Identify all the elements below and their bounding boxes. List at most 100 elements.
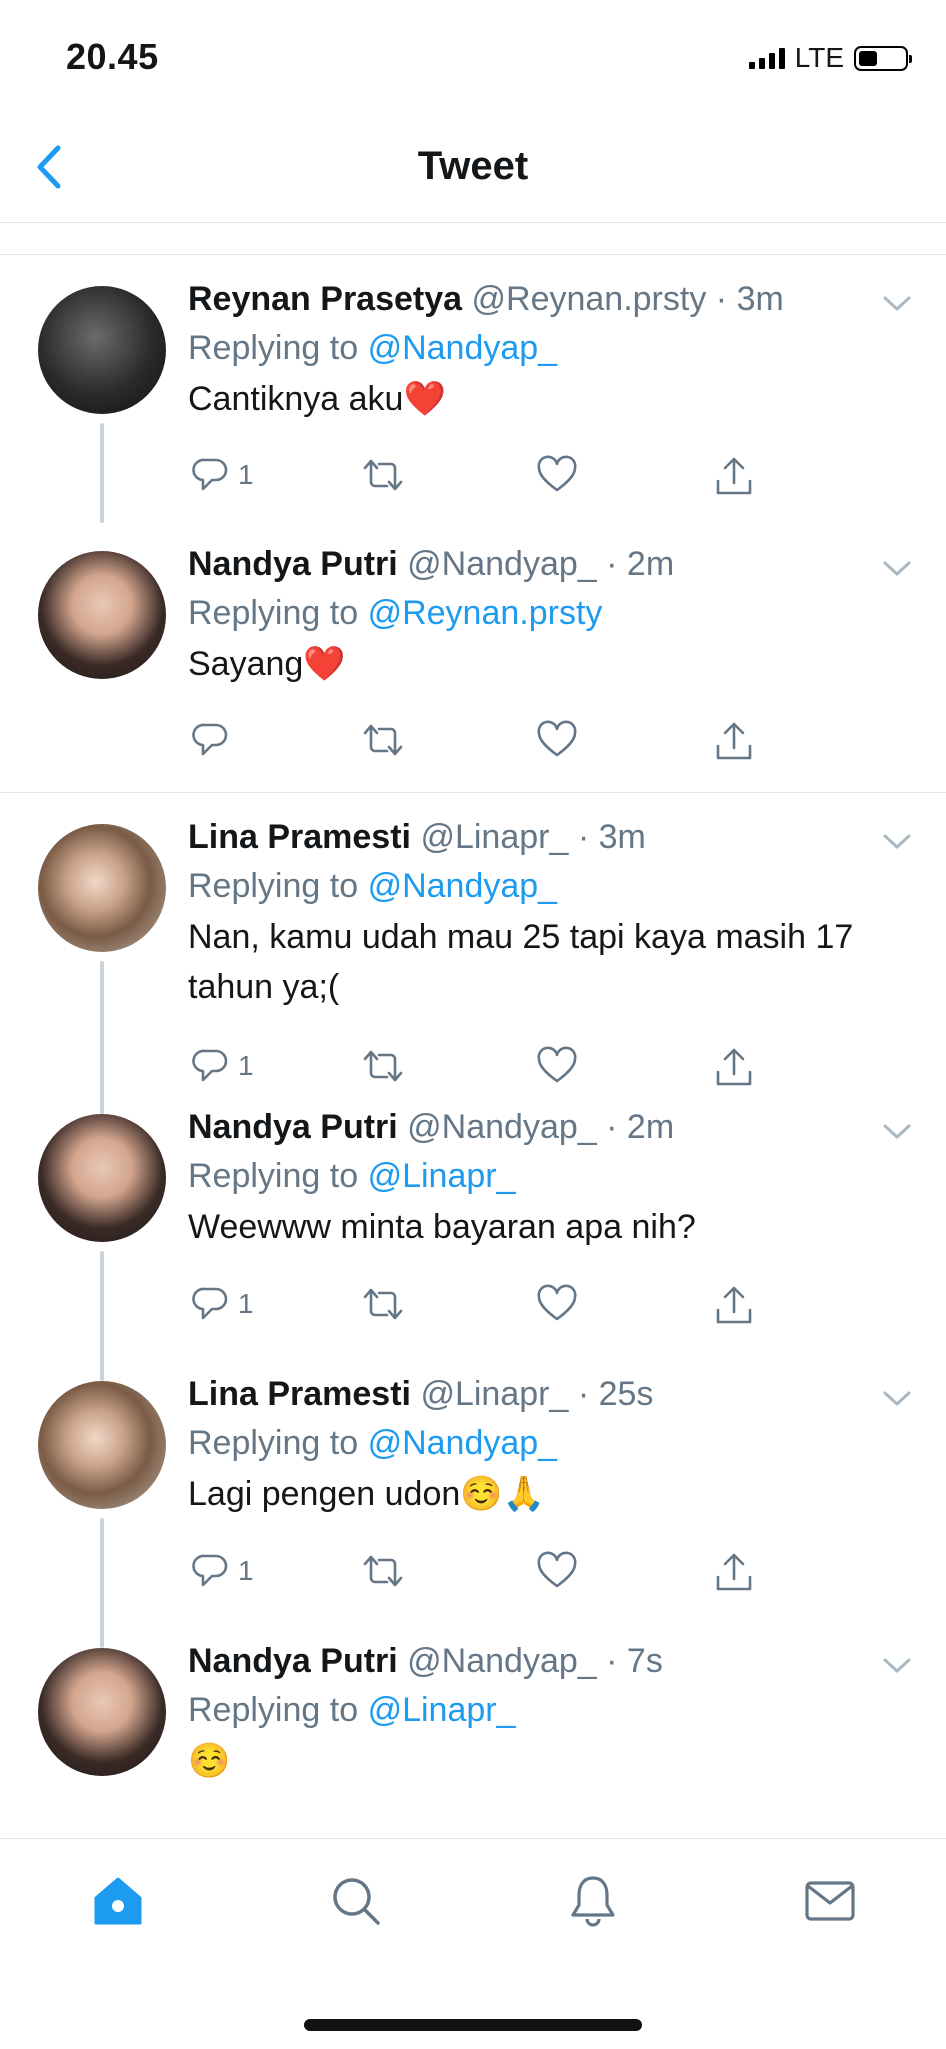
retweet-button[interactable]	[360, 1551, 406, 1591]
avatar[interactable]	[38, 551, 166, 679]
reply-icon	[192, 1287, 228, 1320]
author-handle[interactable]: @Nandyap_	[407, 1108, 597, 1146]
share-button[interactable]	[712, 1551, 756, 1595]
replying-to-label: Replying to	[188, 329, 359, 367]
like-button[interactable]	[536, 720, 578, 760]
author-name[interactable]: Nandya Putri	[188, 1108, 398, 1146]
reply-button[interactable]: 1	[190, 1284, 254, 1324]
retweet-icon	[363, 459, 403, 491]
tweet-time: · 3m	[577, 818, 646, 856]
tab-notifications[interactable]	[563, 1871, 623, 1931]
status-indicators: LTE	[748, 42, 912, 74]
reply-button[interactable]: 1	[190, 1551, 254, 1591]
chevron-down-icon[interactable]	[882, 1389, 912, 1409]
like-button[interactable]	[536, 1284, 578, 1324]
chevron-down-icon[interactable]	[882, 294, 912, 314]
retweet-icon	[363, 724, 403, 756]
chevron-down-icon[interactable]	[882, 832, 912, 852]
reply-icon	[192, 1049, 228, 1082]
share-button[interactable]	[712, 720, 756, 764]
avatar[interactable]	[38, 824, 166, 952]
tab-bar	[0, 1838, 946, 2049]
heart-icon	[537, 1284, 577, 1321]
tweet[interactable]: Nandya Putri @Nandyap_ · 2m Replying to …	[0, 520, 946, 793]
author-handle[interactable]: @Linapr_	[420, 818, 568, 856]
retweet-button[interactable]	[360, 455, 406, 495]
author-name[interactable]: Lina Pramesti	[188, 818, 411, 856]
tab-search[interactable]	[326, 1871, 386, 1931]
tab-home[interactable]	[88, 1871, 148, 1931]
retweet-button[interactable]	[360, 720, 406, 760]
share-button[interactable]	[712, 1284, 756, 1328]
tweet-time: · 2m	[606, 545, 675, 583]
retweet-icon	[363, 1050, 403, 1082]
reply-mention[interactable]: @Reynan.prsty	[368, 594, 603, 632]
author-name[interactable]: Nandya Putri	[188, 1642, 398, 1680]
like-button[interactable]	[536, 455, 578, 495]
reply-mention[interactable]: @Nandyap_	[368, 1424, 558, 1462]
tweet[interactable]: Reynan Prasetya @Reynan.prsty · 3m Reply…	[0, 255, 946, 523]
share-button[interactable]	[712, 455, 756, 499]
replying-to-label: Replying to	[188, 594, 359, 632]
heart-icon	[537, 455, 577, 492]
retweet-icon	[363, 1555, 403, 1587]
tweet-text: Sayang❤️	[188, 645, 346, 683]
tweet[interactable]: Lina Pramesti @Linapr_ · 3m Replying to …	[0, 793, 946, 1114]
reply-button[interactable]: 1	[190, 1046, 254, 1086]
avatar[interactable]	[38, 1114, 166, 1242]
reply-count: 1	[238, 1288, 254, 1319]
retweet-button[interactable]	[360, 1046, 406, 1086]
chevron-down-icon[interactable]	[882, 1656, 912, 1676]
reply-mention[interactable]: @Nandyap_	[368, 867, 558, 905]
share-icon	[716, 1553, 752, 1591]
tweet-text: Weewww minta bayaran apa nih?	[188, 1208, 696, 1246]
author-handle[interactable]: @Nandyap_	[407, 545, 597, 583]
tweet[interactable]: Lina Pramesti @Linapr_ · 25s Replying to…	[0, 1375, 946, 1648]
reply-timeline: Reynan Prasetya @Reynan.prsty · 3m Reply…	[0, 255, 946, 1845]
tweet-time: · 2m	[606, 1108, 675, 1146]
author-handle[interactable]: @Reynan.prsty	[472, 280, 707, 318]
avatar[interactable]	[38, 1381, 166, 1509]
tweet-time: · 3m	[715, 280, 784, 318]
tweet-time: · 7s	[606, 1642, 663, 1680]
author-name[interactable]: Lina Pramesti	[188, 1375, 411, 1413]
tweet-text: Cantiknya aku❤️	[188, 380, 446, 418]
tweet[interactable]: Nandya Putri @Nandyap_ · 7s Replying to …	[0, 1642, 946, 1845]
reply-button[interactable]	[190, 720, 238, 760]
header: Tweet	[0, 110, 946, 223]
avatar[interactable]	[38, 286, 166, 414]
tab-messages[interactable]	[800, 1871, 860, 1931]
reply-icon	[192, 723, 228, 756]
chevron-down-icon[interactable]	[882, 1122, 912, 1142]
heart-icon	[537, 1551, 577, 1588]
reply-mention[interactable]: @Linapr_	[368, 1691, 516, 1729]
reply-mention[interactable]: @Nandyap_	[368, 329, 558, 367]
like-button[interactable]	[536, 1551, 578, 1591]
battery-icon	[854, 45, 912, 71]
author-name[interactable]: Reynan Prasetya	[188, 280, 462, 318]
replying-to-label: Replying to	[188, 867, 359, 905]
home-icon	[94, 1877, 142, 1925]
retweet-button[interactable]	[360, 1284, 406, 1324]
home-indicator[interactable]	[304, 2019, 642, 2031]
chevron-down-icon[interactable]	[882, 559, 912, 579]
author-handle[interactable]: @Nandyap_	[407, 1642, 597, 1680]
share-icon	[716, 1048, 752, 1086]
share-icon	[716, 457, 752, 495]
reply-count: 1	[238, 1555, 254, 1586]
reply-mention[interactable]: @Linapr_	[368, 1157, 516, 1195]
page-title: Tweet	[417, 144, 529, 188]
signal-icon	[748, 47, 785, 69]
author-name[interactable]: Nandya Putri	[188, 545, 398, 583]
avatar[interactable]	[38, 1648, 166, 1776]
tweet[interactable]: Nandya Putri @Nandyap_ · 2m Replying to …	[0, 1108, 946, 1381]
status-bar: 20.45 LTE	[0, 0, 946, 110]
like-button[interactable]	[536, 1046, 578, 1086]
reply-button[interactable]: 1	[190, 455, 254, 495]
share-button[interactable]	[712, 1046, 756, 1090]
replying-to-label: Replying to	[188, 1424, 359, 1462]
tweet-time: · 25s	[577, 1375, 654, 1413]
thread-line	[100, 1251, 104, 1381]
author-handle[interactable]: @Linapr_	[420, 1375, 568, 1413]
heart-icon	[537, 720, 577, 757]
